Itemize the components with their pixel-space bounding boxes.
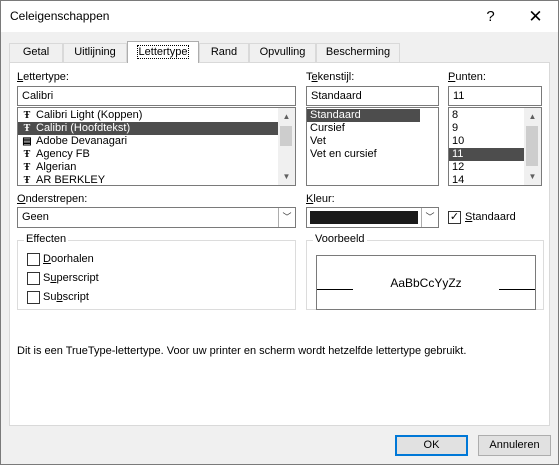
scroll-down-icon[interactable]: ▼ (278, 168, 295, 185)
preview-title: Voorbeeld (313, 233, 367, 245)
color-picker[interactable]: ﹀ (306, 207, 439, 228)
style-list-item[interactable]: Vet (307, 135, 438, 148)
font-list-item[interactable]: Ŧ AR BERKLEY (18, 174, 295, 186)
tab-rand[interactable]: Rand (199, 43, 249, 62)
chevron-down-icon[interactable]: ﹀ (278, 208, 295, 227)
cancel-button[interactable]: Annuleren (478, 435, 551, 456)
font-list-item[interactable]: Ŧ Calibri Light (Koppen) (18, 109, 295, 122)
close-button[interactable]: ✕ (513, 1, 558, 32)
printer-font-icon: ▤ (22, 136, 32, 147)
tab-lettertype-label: Lettertype (136, 45, 190, 59)
dialog-window: Celeigenschappen ? ✕ Getal Uitlijning Le… (0, 0, 559, 465)
scroll-up-icon[interactable]: ▲ (278, 108, 295, 125)
help-button[interactable]: ? (468, 1, 513, 32)
size-label: Punten: (448, 71, 486, 83)
color-swatch (310, 211, 418, 224)
tab-opvulling[interactable]: Opvulling (249, 43, 316, 62)
truetype-icon: Ŧ (23, 110, 31, 121)
font-list-item[interactable]: ▤ Adobe Devanagari (18, 135, 295, 148)
truetype-icon: Ŧ (23, 162, 31, 173)
truetype-icon: Ŧ (23, 123, 31, 134)
preview-text: AaBbCcYyZz (390, 276, 462, 290)
tab-lettertype[interactable]: Lettertype (127, 41, 199, 63)
style-input[interactable]: Standaard (306, 86, 439, 106)
underline-value: Geen (22, 211, 49, 223)
tab-getal[interactable]: Getal (9, 43, 63, 62)
subscript-checkbox[interactable] (27, 291, 40, 304)
style-list[interactable]: Standaard Cursief Vet Vet en cursief (306, 107, 439, 186)
superscript-checkbox[interactable] (27, 272, 40, 285)
size-list-item-selected[interactable]: 11 (449, 148, 524, 161)
strikethrough-label: Doorhalen (43, 253, 94, 265)
preview-baseline-right (499, 289, 535, 290)
font-label: Lettertype: (17, 71, 69, 83)
color-label: Kleur: (306, 193, 335, 205)
font-list[interactable]: Ŧ Calibri Light (Koppen) Ŧ Calibri (Hoofdt… (17, 107, 296, 186)
font-list-item-selected[interactable]: Ŧ Calibri (Hoofdtekst) (18, 122, 278, 135)
preview-group: Voorbeeld AaBbCcYyZz (306, 233, 544, 310)
strikethrough-checkbox[interactable] (27, 253, 40, 266)
size-list[interactable]: 8 9 10 11 12 14 ▲ ▼ (448, 107, 542, 186)
font-list-item[interactable]: Ŧ Algerian (18, 161, 295, 174)
title-bar: Celeigenschappen ? ✕ (1, 1, 558, 32)
scroll-thumb[interactable] (526, 126, 538, 166)
scroll-down-icon[interactable]: ▼ (524, 168, 541, 185)
font-input[interactable]: Calibri (17, 86, 296, 106)
dialog-title: Celeigenschappen (10, 9, 110, 23)
superscript-label: Superscript (43, 272, 99, 284)
tab-bescherming[interactable]: Bescherming (316, 43, 400, 62)
chevron-down-icon[interactable]: ﹀ (421, 208, 438, 227)
truetype-icon: Ŧ (23, 149, 31, 160)
tab-uitlijning[interactable]: Uitlijning (63, 43, 127, 62)
font-list-scrollbar[interactable]: ▲ ▼ (278, 108, 295, 185)
truetype-icon: Ŧ (23, 175, 31, 186)
size-input[interactable]: 11 (448, 86, 542, 106)
ok-button[interactable]: OK (395, 435, 468, 456)
style-label: Tekenstijl: (306, 71, 355, 83)
preview-box: AaBbCcYyZz (316, 255, 536, 310)
style-list-item-selected[interactable]: Standaard (307, 109, 420, 122)
scroll-up-icon[interactable]: ▲ (524, 108, 541, 125)
underline-select[interactable]: Geen ﹀ (17, 207, 296, 228)
underline-label: Onderstrepen: (17, 193, 88, 205)
size-list-scrollbar[interactable]: ▲ ▼ (524, 108, 541, 185)
effects-title: Effecten (24, 233, 69, 245)
style-list-item[interactable]: Vet en cursief (307, 148, 438, 161)
auto-color-label: Standaard (465, 211, 516, 223)
auto-color-checkbox[interactable]: ✓ (448, 211, 461, 224)
style-list-item[interactable]: Cursief (307, 122, 438, 135)
font-list-item[interactable]: Ŧ Agency FB (18, 148, 295, 161)
subscript-label: Subscript (43, 291, 89, 303)
font-info-text: Dit is een TrueType-lettertype. Voor uw … (17, 345, 467, 357)
scroll-thumb[interactable] (280, 126, 292, 146)
